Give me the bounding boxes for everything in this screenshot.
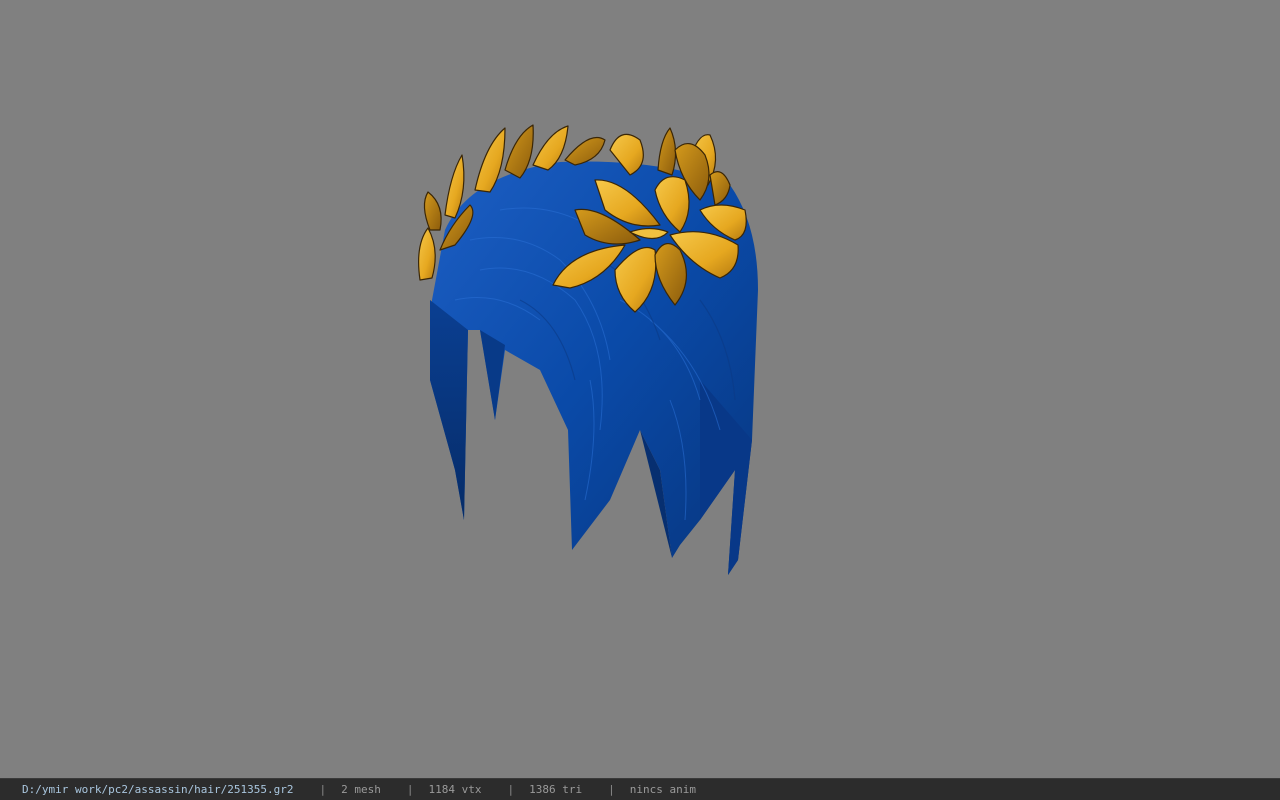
anim-status-label: nincs anim [629, 783, 696, 796]
status-separator: | [406, 783, 414, 796]
status-separator: | [507, 783, 515, 796]
vertex-count-label: 1184 vtx [428, 783, 482, 796]
3d-viewport[interactable] [0, 0, 1280, 778]
mesh-count-label: 2 mesh [341, 783, 381, 796]
status-bar: D:/ymir work/pc2/assassin/hair/251355.gr… [0, 778, 1280, 800]
status-separator: | [608, 783, 615, 796]
status-separator: | [319, 783, 327, 796]
hair-model [418, 124, 758, 575]
file-path-label: D:/ymir work/pc2/assassin/hair/251355.gr… [22, 783, 294, 796]
triangle-count-label: 1386 tri [529, 783, 583, 796]
